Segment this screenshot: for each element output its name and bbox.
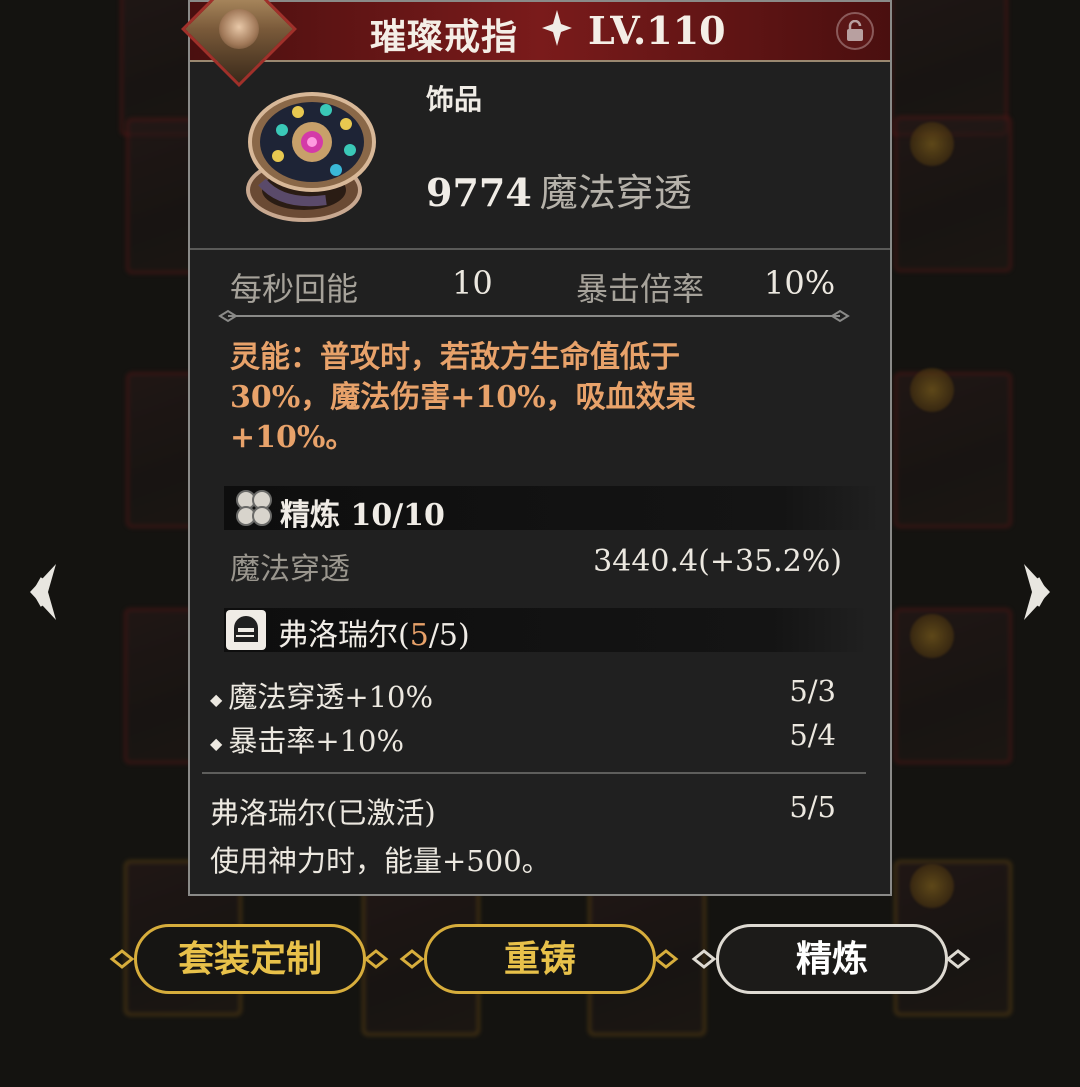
set-bonus-requirement: 5/4 xyxy=(789,718,836,752)
refine-stat-name: 魔法穿透 xyxy=(230,552,350,587)
lock-icon[interactable] xyxy=(836,12,874,50)
set-activated-description: 使用神力时，能量+500。 xyxy=(210,844,551,878)
ornament-divider xyxy=(218,308,850,324)
refine-button[interactable]: 精炼 xyxy=(716,924,948,994)
reforge-button[interactable]: 重铸 xyxy=(424,924,656,994)
set-section-header: 弗洛瑞尔(5/5) xyxy=(224,608,868,654)
refine-section-header: 精炼 10/10 xyxy=(224,486,880,533)
background-badge xyxy=(910,614,954,658)
chevron-left-icon[interactable] xyxy=(20,560,66,624)
set-custom-button[interactable]: 套装定制 xyxy=(134,924,366,994)
set-bonus-item: ◆ 暴击率+10% xyxy=(210,718,404,760)
main-stat: 9774 魔法穿透 xyxy=(426,162,692,217)
psionic-line: 灵能：普攻时，若敌方生命值低于 xyxy=(230,340,680,375)
set-bonus-text: 魔法穿透+10% xyxy=(228,680,434,714)
set-owned-count: 5 xyxy=(409,618,429,653)
main-stat-name: 魔法穿透 xyxy=(539,171,692,215)
stat-crit-multiplier-label: 暴击倍率 xyxy=(576,270,705,308)
item-level: LV.110 xyxy=(588,8,726,53)
chevron-right-icon[interactable] xyxy=(1014,560,1060,624)
divider xyxy=(202,772,866,774)
set-bonus-text: 暴击率+10% xyxy=(228,724,405,758)
set-paren: ( xyxy=(398,618,410,653)
sub-stats-row: 每秒回能 10 暴击倍率 10% xyxy=(230,264,850,308)
refine-button-group: 精炼 xyxy=(690,924,972,998)
stat-energy-regen-label: 每秒回能 xyxy=(230,270,359,308)
set-activated-count: 5/5 xyxy=(789,790,836,824)
refine-title: 精炼 10/10 xyxy=(280,498,445,533)
item-header: 璀璨戒指 LV.110 xyxy=(181,0,890,87)
background-badge xyxy=(910,368,954,412)
set-bonus-item: ◆ 魔法穿透+10% xyxy=(210,674,433,716)
set-custom-button-group: 套装定制 xyxy=(108,924,390,998)
psionic-description: 灵能：普攻时，若敌方生命值低于 30%，魔法伤害+10%，吸血效果 +10%。 xyxy=(230,338,790,458)
hero-portrait xyxy=(219,9,259,49)
refine-stat-value: 3440.4(+35.2%) xyxy=(593,544,842,579)
item-summary: 饰品 9774 魔法穿透 xyxy=(190,62,890,250)
sparkle-icon xyxy=(540,8,574,57)
psionic-line: 30%，魔法伤害+10%，吸血效果 xyxy=(230,380,696,415)
background-badge xyxy=(910,864,954,908)
refine-hex-icon xyxy=(232,486,276,534)
reforge-button-group: 重铸 xyxy=(398,924,680,998)
set-total-count: /5) xyxy=(428,618,470,653)
stat-energy-regen-value: 10 xyxy=(452,264,493,302)
psionic-line: +10%。 xyxy=(230,420,356,455)
item-type: 饰品 xyxy=(426,83,483,116)
item-detail-panel: 璀璨戒指 LV.110 饰品 9774 魔法穿透 每秒回能 10 暴击倍率 10… xyxy=(181,0,892,896)
item-name: 璀璨戒指 xyxy=(370,16,519,58)
main-stat-value: 9774 xyxy=(426,170,532,215)
background-badge xyxy=(910,122,954,166)
set-bonus-requirement: 5/3 xyxy=(789,674,836,708)
ring-item-icon xyxy=(242,90,380,228)
set-activated-label: 弗洛瑞尔(已激活) xyxy=(210,796,436,830)
set-title: 弗洛瑞尔(5/5) xyxy=(278,610,470,654)
diamond-bullet-icon: ◆ xyxy=(210,733,223,753)
helmet-icon xyxy=(224,608,268,656)
diamond-bullet-icon: ◆ xyxy=(210,689,223,709)
set-name: 弗洛瑞尔 xyxy=(278,618,398,653)
stat-crit-multiplier-value: 10% xyxy=(764,264,836,302)
